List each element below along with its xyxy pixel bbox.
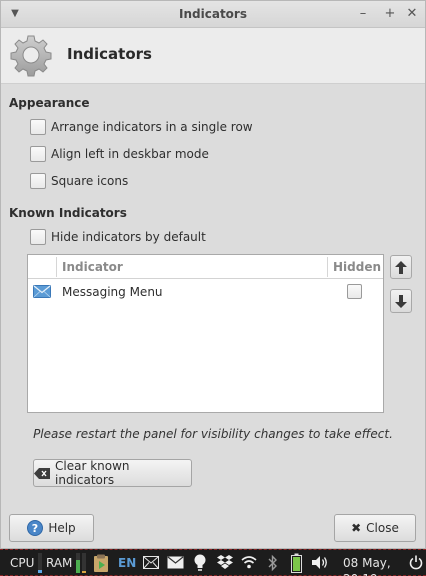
cpu-meter[interactable] [38,553,42,573]
close-button-label: Close [366,521,399,535]
help-icon: ? [27,520,44,536]
indicator-column-header[interactable]: Indicator [62,260,123,274]
close-button[interactable]: ✖ Close [334,514,416,542]
ram-monitor-label[interactable]: RAM [46,555,72,571]
hidden-checkbox[interactable] [347,284,362,299]
taskbar: CPU RAM EN 08 May, 20:19 [0,549,426,576]
indicators-dialog: ▼ Indicators – + ✕ Indicators Appearance… [0,0,426,549]
help-button-label: Help [48,521,76,535]
column-separator [56,257,57,277]
cpu-monitor-label[interactable]: CPU [10,555,34,571]
page-title: Indicators [67,45,152,63]
clear-icon [34,467,50,479]
dialog-header: Indicators [1,28,425,84]
envelope-icon[interactable] [167,556,184,569]
single-row-option[interactable]: Arrange indicators in a single row [30,118,253,136]
wifi-icon[interactable] [241,556,257,569]
hidden-column-header[interactable]: Hidden [333,260,381,274]
column-separator [327,257,328,277]
single-row-checkbox[interactable] [30,119,46,135]
dropbox-icon[interactable] [217,555,233,570]
power-icon[interactable] [409,555,423,570]
arrow-up-icon [395,261,407,274]
bluetooth-icon[interactable] [268,554,278,572]
close-x-icon: ✖ [351,521,362,535]
move-down-button[interactable] [390,289,412,313]
arrow-down-icon [395,295,407,308]
table-header: Indicator Hidden [28,255,383,279]
keyboard-layout-indicator[interactable]: EN [118,555,136,571]
hide-default-checkbox[interactable] [30,229,46,245]
svg-text:?: ? [32,522,38,535]
swap-meter[interactable] [82,553,86,573]
battery-icon[interactable] [291,553,302,573]
restart-note: Please restart the panel for visibility … [33,427,393,441]
titlebar[interactable]: ▼ Indicators – + ✕ [1,1,425,28]
appearance-section-label: Appearance [9,96,90,110]
square-icons-label: Square icons [51,174,129,188]
hide-default-option[interactable]: Hide indicators by default [30,228,206,246]
lightbulb-icon[interactable] [194,554,206,572]
square-icons-checkbox[interactable] [30,173,46,189]
square-icons-option[interactable]: Square icons [30,172,128,190]
align-left-label: Align left in deskbar mode [51,147,209,161]
clear-known-indicators-button[interactable]: Clear known indicators [33,459,192,487]
help-button[interactable]: ? Help [9,514,94,542]
move-up-button[interactable] [390,255,412,279]
maximize-icon[interactable]: + [382,5,398,23]
ram-meter[interactable] [76,553,80,573]
volume-icon[interactable] [312,555,329,570]
indicator-name: Messaging Menu [62,285,163,299]
clipboard-icon[interactable] [93,554,109,572]
known-indicators-section-label: Known Indicators [9,206,127,220]
indicators-table[interactable]: Indicator Hidden Messaging Menu [27,254,384,413]
close-icon[interactable]: ✕ [404,5,420,23]
minimize-icon[interactable]: – [355,5,371,23]
clear-button-label: Clear known indicators [55,459,130,487]
single-row-label: Arrange indicators in a single row [51,120,253,134]
align-left-option[interactable]: Align left in deskbar mode [30,145,209,163]
table-row[interactable]: Messaging Menu [28,280,383,304]
mail-icon[interactable] [143,556,159,569]
envelope-icon [33,285,51,298]
hide-default-label: Hide indicators by default [51,230,206,244]
gear-icon [10,35,52,77]
align-left-checkbox[interactable] [30,146,46,162]
